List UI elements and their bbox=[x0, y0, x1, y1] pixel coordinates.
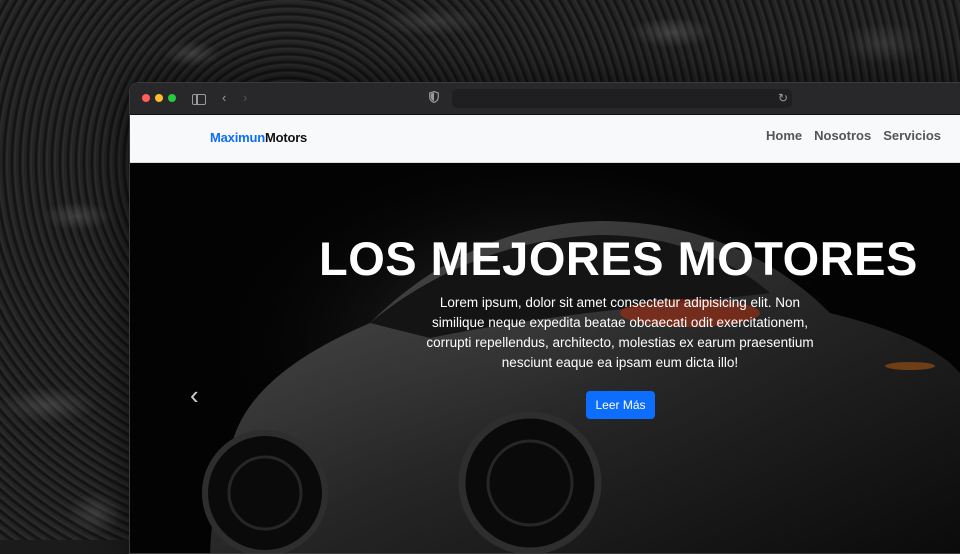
read-more-button[interactable]: Leer Más bbox=[586, 391, 655, 419]
hero-description: Lorem ipsum, dolor sit amet consectetur … bbox=[426, 295, 814, 370]
nav-services-link[interactable]: Servicios bbox=[883, 128, 941, 143]
carousel-prev-icon[interactable]: ‹ bbox=[190, 381, 210, 409]
minimize-window-button[interactable] bbox=[155, 94, 163, 102]
nav-about-link[interactable]: Nosotros bbox=[814, 128, 871, 143]
browser-titlebar: ‹ › ↻ bbox=[130, 83, 960, 115]
close-window-button[interactable] bbox=[142, 94, 150, 102]
brand-logo[interactable]: MaximunMotors bbox=[210, 130, 307, 145]
address-bar[interactable] bbox=[452, 89, 792, 108]
hero-title: LOS MEJORES MOTORES bbox=[319, 232, 918, 285]
shield-icon bbox=[429, 91, 439, 103]
brand-part-2: Motors bbox=[264, 130, 308, 145]
hero-carousel: LOS MEJORES MOTORES Lorem ipsum, dolor s… bbox=[130, 163, 960, 553]
maximize-window-button[interactable] bbox=[168, 94, 176, 102]
nav-home-link[interactable]: Home bbox=[766, 128, 802, 143]
browser-window: ‹ › ↻ MaximunMotors Home Nosotros Servic… bbox=[129, 82, 960, 554]
site-navbar: MaximunMotors Home Nosotros Servicios bbox=[130, 115, 960, 163]
back-icon[interactable]: ‹ bbox=[222, 89, 226, 107]
forward-icon[interactable]: › bbox=[243, 89, 247, 107]
sidebar-toggle-icon[interactable] bbox=[192, 94, 206, 105]
brand-part-1: Maximun bbox=[210, 130, 265, 145]
reload-icon[interactable]: ↻ bbox=[778, 89, 788, 107]
nav-links: Home Nosotros Servicios bbox=[766, 128, 941, 143]
